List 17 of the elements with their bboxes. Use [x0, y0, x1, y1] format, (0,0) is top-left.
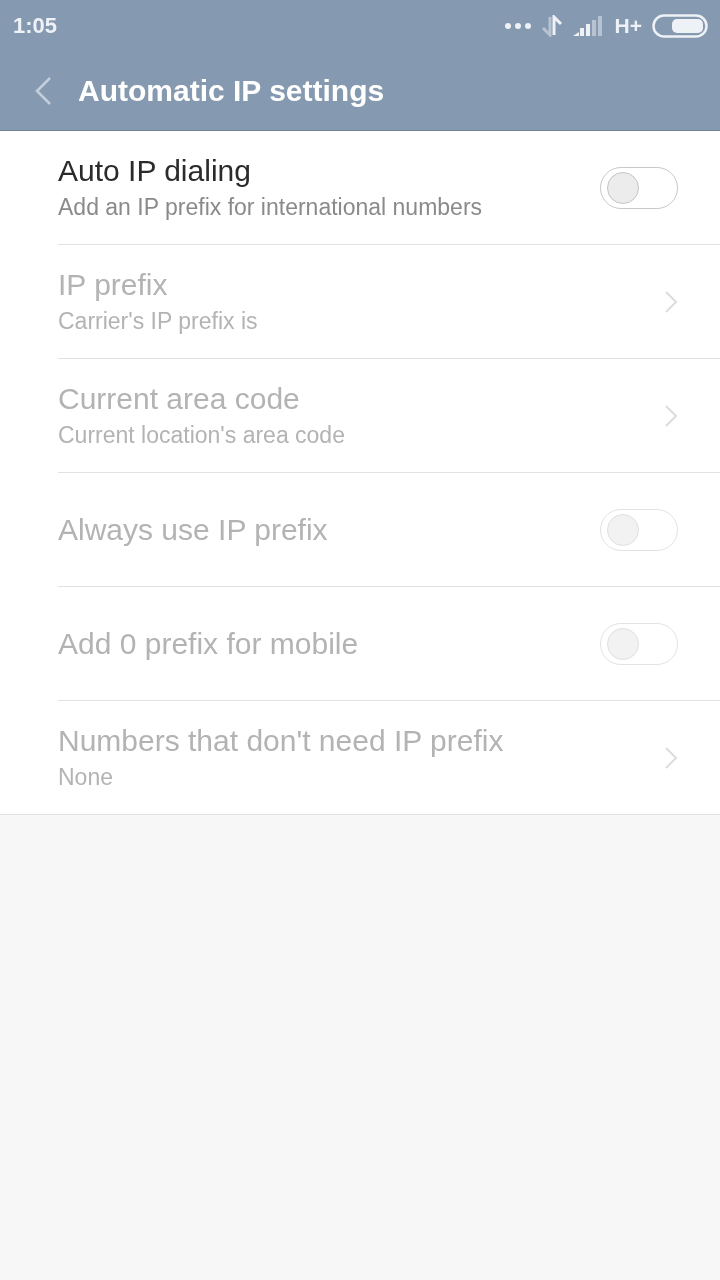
- data-transfer-icon: [540, 15, 563, 37]
- chevron-icon: [664, 745, 678, 770]
- setting-subtitle: Add an IP prefix for international numbers: [58, 194, 484, 221]
- chevron-icon: [664, 403, 678, 428]
- network-type: H+: [614, 14, 642, 38]
- setting-title[interactable]: Auto IP dialing: [58, 154, 600, 188]
- setting-subtitle: Carrier's IP prefix is: [58, 308, 259, 335]
- setting-subtitle: Current location's area code: [58, 422, 346, 449]
- battery-icon: [652, 14, 708, 38]
- back-icon[interactable]: [34, 76, 52, 106]
- toggle-switch[interactable]: [600, 166, 678, 209]
- setting-subtitle: None: [58, 764, 114, 791]
- chevron-icon: [664, 289, 678, 314]
- page-title: Automatic IP settings: [78, 74, 385, 108]
- more-icon: [504, 23, 531, 29]
- status-time: 1:05: [13, 13, 59, 39]
- signal-icon: [572, 16, 605, 36]
